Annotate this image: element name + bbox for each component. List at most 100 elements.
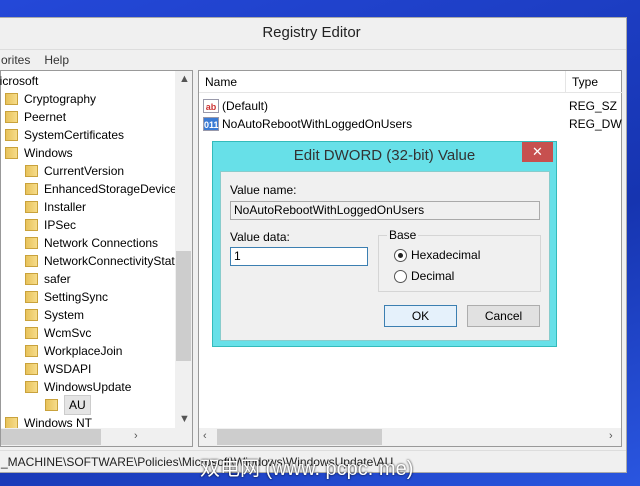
folder-icon [5,129,18,141]
column-header-type[interactable]: Type [565,71,623,93]
value-type: REG_SZ [569,99,618,113]
tree-item-label: safer [44,272,71,286]
folder-icon [25,309,38,321]
tree-item[interactable]: WcmSvc [25,324,91,342]
tree-item[interactable]: IPSec [25,216,76,234]
folder-icon [25,237,38,249]
value-name: NoAutoRebootWithLoggedOnUsers [222,117,413,131]
tree-item-label: Peernet [24,110,67,124]
dialog-body: Value name: NoAutoRebootWithLoggedOnUser… [220,171,550,341]
decimal-label: Decimal [411,269,455,283]
scroll-left-icon[interactable]: ‹ [203,430,207,442]
folder-icon [25,201,38,213]
tree-item-label: SystemCertificates [24,128,125,142]
tree-item[interactable]: SettingSync [25,288,108,306]
folder-icon [25,363,38,375]
base-label: Base [387,228,419,242]
menu-help[interactable]: Help [44,50,69,69]
folder-icon [5,147,18,159]
tree-item-label: WSDAPI [44,362,92,376]
string-value-icon: ab [203,99,219,113]
tree-item[interactable]: Peernet [5,108,66,126]
tree-vertical-scrollbar[interactable]: ▲ ▼ [175,71,192,429]
tree-item-label: WorkplaceJoin [44,344,123,358]
tree-item[interactable]: WindowsUpdate [25,378,131,396]
tree-item[interactable]: Windows [5,144,73,162]
dialog-title: Edit DWORD (32-bit) Value [293,147,476,164]
tree-item-label: AU [64,395,91,415]
tree-item[interactable]: NetworkConnectivityStatusI [25,252,191,270]
tree-item[interactable]: WorkplaceJoin [25,342,122,360]
tree-item[interactable]: EnhancedStorageDevices [25,180,183,198]
scroll-right-icon[interactable]: › [609,430,613,442]
folder-icon [25,327,38,339]
tree-item[interactable]: AU [45,395,91,415]
folder-icon [5,93,18,105]
key-tree-pane: licrosoft Cryptography Peernet SystemCertif… [0,70,193,447]
folder-icon [25,381,38,393]
menu-bar: orites Help [0,49,626,69]
hexadecimal-radio[interactable]: Hexadecimal [394,248,480,262]
folder-icon [25,345,38,357]
tree-hscroll-thumb[interactable] [1,429,101,445]
menu-favorites[interactable]: orites [1,50,30,69]
scroll-down-icon[interactable]: ▼ [179,413,190,425]
tree-item-label: Windows [24,146,73,160]
folder-icon [25,183,38,195]
list-row[interactable]: ab (Default) REG_SZ [203,97,621,115]
tree-horizontal-scrollbar[interactable]: › [1,428,192,446]
base-group: Base Hexadecimal Decimal [378,228,541,292]
value-name-label: Value name: [230,183,297,197]
value-name: (Default) [222,99,269,113]
value-name-field: NoAutoRebootWithLoggedOnUsers [230,201,540,220]
radio-selected-icon [394,248,407,262]
value-data-label: Value data: [230,230,290,244]
value-data-input[interactable]: 1 [230,247,368,266]
tree-item-label: Cryptography [24,92,97,106]
close-button[interactable]: ✕ [522,142,553,162]
folder-icon [5,111,18,123]
window-title: Registry Editor [0,18,626,48]
radio-empty-icon [394,269,407,283]
tree-item-label: licrosoft [0,74,39,88]
binary-value-icon: 011 [203,117,219,131]
tree-item-label: WcmSvc [44,326,92,340]
tree-item[interactable]: licrosoft [0,72,38,90]
tree-item-label: WindowsUpdate [44,380,132,394]
tree-item-label: Network Connections [44,236,159,250]
hexadecimal-label: Hexadecimal [411,248,481,262]
ok-button[interactable]: OK [384,305,457,327]
tree-item-label: NetworkConnectivityStatusI [44,254,191,268]
watermark: 双电网 (www. pcpc. me) [200,458,414,480]
folder-icon [25,255,38,267]
cancel-button[interactable]: Cancel [467,305,540,327]
tree-item-label: SettingSync [44,290,109,304]
folder-icon [45,399,58,411]
folder-icon [25,291,38,303]
tree-item[interactable]: Network Connections [25,234,158,252]
tree-item[interactable]: safer [25,270,71,288]
tree-item[interactable]: SystemCertificates [5,126,124,144]
value-type: REG_DW [569,117,622,131]
column-header-name[interactable]: Name [199,71,565,93]
tree-item[interactable]: System [25,306,84,324]
tree-item-label: CurrentVersion [44,164,125,178]
tree-item[interactable]: Cryptography [5,90,96,108]
decimal-radio[interactable]: Decimal [394,269,454,283]
tree-item[interactable]: CurrentVersion [25,162,124,180]
folder-icon [25,219,38,231]
list-hscroll-thumb[interactable] [217,429,382,445]
list-horizontal-scrollbar[interactable]: ‹ › [199,428,621,446]
edit-dword-dialog: Edit DWORD (32-bit) Value ✕ Value name: … [212,141,557,347]
list-row[interactable]: 011 NoAutoRebootWithLoggedOnUsers REG_DW [203,115,622,133]
tree-item[interactable]: WSDAPI [25,360,91,378]
tree-item-label: Installer [44,200,87,214]
scroll-right-icon[interactable]: › [134,430,138,442]
tree-item[interactable]: Installer [25,198,86,216]
tree-item-label: EnhancedStorageDevices [44,182,183,196]
tree-item-label: IPSec [44,218,77,232]
folder-icon [25,165,38,177]
scroll-up-icon[interactable]: ▲ [179,73,190,85]
folder-icon [25,273,38,285]
tree-scroll-thumb[interactable] [176,251,191,361]
